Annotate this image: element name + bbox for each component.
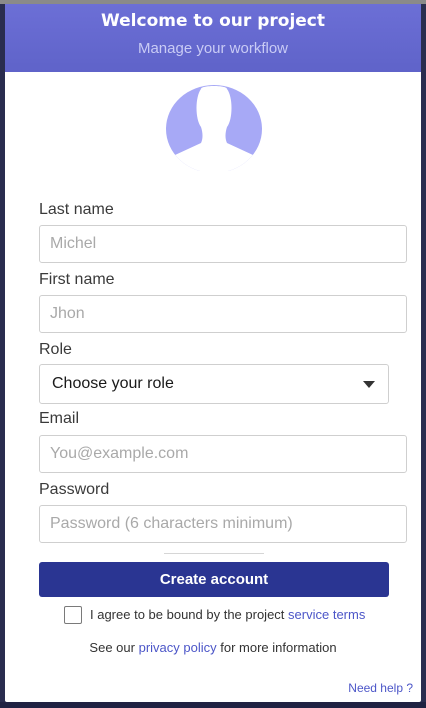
role-select[interactable]: Choose your role	[39, 364, 389, 404]
last-name-label: Last name	[39, 201, 114, 218]
caret-down-icon	[363, 381, 375, 388]
email-label: Email	[39, 410, 80, 427]
privacy-notice: See our privacy policy for more informat…	[5, 640, 421, 655]
divider	[164, 553, 264, 554]
terms-text: I agree to be bound by the project	[90, 607, 285, 622]
signup-card: Welcome to our project Manage your workf…	[5, 4, 421, 702]
password-input[interactable]	[39, 505, 407, 543]
email-input[interactable]	[39, 435, 407, 473]
page-title: Welcome to our project	[100, 11, 326, 31]
role-selected-value: Choose your role	[52, 375, 174, 392]
need-help-link[interactable]: Need help ?	[348, 681, 413, 695]
user-silhouette-icon	[166, 85, 262, 171]
create-account-button[interactable]: Create account	[39, 562, 389, 597]
privacy-suffix: for more information	[220, 640, 337, 655]
password-label: Password	[39, 481, 110, 498]
service-terms-link[interactable]: service terms	[288, 607, 365, 622]
first-name-input[interactable]	[39, 295, 407, 333]
page-subtitle: Manage your workflow	[137, 40, 289, 57]
first-name-label: First name	[39, 271, 115, 288]
privacy-policy-link[interactable]: privacy policy	[139, 640, 217, 655]
last-name-input[interactable]	[39, 225, 407, 263]
window-bottom-strip	[0, 702, 426, 708]
role-label: Role	[39, 341, 72, 358]
header-banner: Welcome to our project Manage your workf…	[5, 4, 421, 72]
terms-statement: I agree to be bound by the project servi…	[90, 607, 365, 622]
terms-checkbox[interactable]	[64, 606, 82, 624]
privacy-prefix: See our	[89, 640, 135, 655]
